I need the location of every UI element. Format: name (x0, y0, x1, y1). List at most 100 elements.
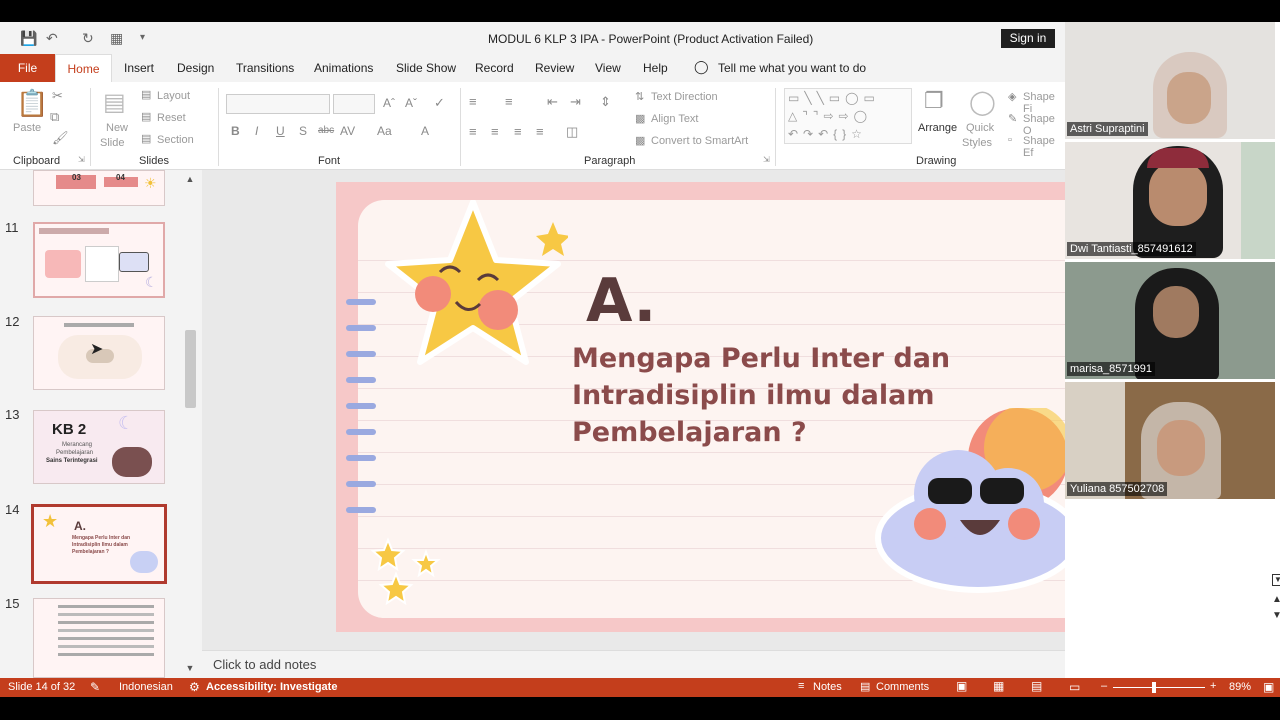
tab-review[interactable]: Review (535, 61, 574, 75)
scroll-up-icon[interactable]: ▲ (183, 174, 197, 186)
slide-canvas[interactable]: A. Mengapa Perlu Inter dan Intradisiplin… (336, 182, 1065, 632)
tab-insert[interactable]: Insert (124, 61, 154, 75)
copy-icon[interactable]: ⧉ (50, 109, 59, 125)
participant-video-2[interactable]: Dwi Tantiasti_857491612 (1065, 142, 1275, 259)
panel-scroll-down-icon[interactable]: ▼ (1272, 574, 1280, 586)
cut-icon[interactable]: ✂ (52, 88, 63, 104)
customize-qa-icon[interactable]: ▾ (140, 32, 145, 43)
slide-letter[interactable]: A. (586, 266, 656, 336)
decrease-indent-icon[interactable]: ⇤ (547, 94, 558, 110)
participant-video-4[interactable]: Yuliana 857502708 (1065, 382, 1275, 499)
zoom-level[interactable]: 89% (1229, 681, 1251, 693)
tab-design[interactable]: Design (177, 61, 214, 75)
shapes-gallery[interactable]: ▭╲╲▭◯▭ △⌝⌝⇨⇨◯ ↶↷↶{}☆ (784, 88, 912, 144)
increase-font-icon[interactable]: Aˆ (383, 96, 395, 110)
align-center-icon[interactable]: ≡ (491, 124, 499, 139)
fit-to-window-icon[interactable]: ▣ (1263, 680, 1274, 694)
undo-icon[interactable]: ↶ (46, 30, 58, 47)
shape-effects-button[interactable]: Shape Ef (1023, 135, 1065, 159)
arrange-button[interactable]: Arrange (918, 122, 957, 134)
tab-transitions[interactable]: Transitions (236, 61, 294, 75)
zoom-slider-thumb[interactable] (1152, 682, 1156, 693)
redo-icon[interactable]: ↻ (82, 30, 94, 47)
panel-scroll-bottom-icon[interactable]: ▼ (1272, 610, 1280, 621)
new-slide-label-2[interactable]: Slide (100, 137, 124, 149)
shape-outline-button[interactable]: Shape O (1023, 113, 1065, 137)
strikethrough-icon[interactable]: abc (318, 125, 334, 136)
zoom-slider-track[interactable] (1113, 687, 1205, 688)
slide-thumbnail-11[interactable]: ☾ (33, 222, 165, 298)
tab-file[interactable]: File (0, 54, 55, 82)
align-text-button[interactable]: Align Text (651, 113, 699, 125)
zoom-out-icon[interactable]: – (1101, 680, 1107, 692)
convert-smartart-button[interactable]: Convert to SmartArt (651, 135, 748, 147)
layout-button[interactable]: Layout (157, 90, 190, 102)
paste-icon[interactable]: 📋 (16, 88, 48, 119)
accessibility-button[interactable]: Accessibility: Investigate (206, 681, 337, 693)
comments-button[interactable]: Comments (876, 681, 929, 693)
italic-icon[interactable]: I (255, 124, 258, 138)
spellcheck-icon[interactable]: ✎ (90, 680, 100, 694)
slide-thumbnail-10[interactable]: 03 04 ☀ (33, 170, 165, 206)
clipboard-launcher-icon[interactable]: ⇲ (78, 155, 85, 164)
shadow-icon[interactable]: S (299, 124, 307, 138)
font-size-box[interactable] (333, 94, 375, 114)
format-painter-icon[interactable]: 🖌 (52, 130, 69, 146)
align-right-icon[interactable]: ≡ (514, 124, 522, 139)
underline-icon[interactable]: U (276, 124, 285, 138)
tab-slide-show[interactable]: Slide Show (396, 61, 456, 75)
slide-thumbnail-12[interactable]: ➤ (33, 316, 165, 390)
slide-thumbnail-pane[interactable]: 03 04 ☀ 11 ☾ 12 ➤ 13 KB 2 Merancang Pemb… (0, 170, 202, 678)
paragraph-launcher-icon[interactable]: ⇲ (763, 155, 770, 164)
scrollbar-thumb[interactable] (185, 330, 196, 408)
present-icon[interactable]: ▦ (110, 30, 123, 47)
tab-help[interactable]: Help (643, 61, 668, 75)
sign-in-button[interactable]: Sign in (1001, 29, 1055, 48)
tab-animations[interactable]: Animations (314, 61, 373, 75)
save-icon[interactable]: 💾 (20, 30, 37, 47)
reset-button[interactable]: Reset (157, 112, 186, 124)
panel-scroll-top-icon[interactable]: ▲ (1272, 594, 1280, 605)
font-color-icon[interactable]: A (421, 124, 429, 138)
thumbnail-scrollbar[interactable]: ▲ ▼ (183, 172, 197, 675)
notes-placeholder[interactable]: Click to add notes (213, 657, 316, 672)
quick-styles-label[interactable]: Quick (966, 122, 994, 134)
justify-icon[interactable]: ≡ (536, 124, 544, 139)
align-left-icon[interactable]: ≡ (469, 124, 477, 139)
slide-sorter-icon[interactable]: ▦ (993, 679, 1004, 693)
bullets-icon[interactable]: ≡ (469, 94, 477, 109)
decrease-font-icon[interactable]: Aˇ (405, 96, 417, 110)
quick-styles-icon[interactable]: ◯ (969, 88, 996, 117)
slide-thumbnail-14[interactable]: ★ A. Mengapa Perlu Inter dan Intradisipl… (31, 504, 167, 584)
arrange-icon[interactable]: ❐ (924, 88, 944, 114)
tab-view[interactable]: View (595, 61, 621, 75)
numbering-icon[interactable]: ≡ (505, 94, 513, 109)
slideshow-icon[interactable]: ▭ (1069, 680, 1080, 694)
notes-button[interactable]: Notes (813, 681, 842, 693)
slide-thumbnail-13[interactable]: KB 2 Merancang Pembelajaran Sains Terint… (33, 410, 165, 484)
zoom-in-icon[interactable]: + (1210, 680, 1216, 692)
columns-icon[interactable]: ◫ (566, 124, 578, 140)
shape-fill-button[interactable]: Shape Fi (1023, 91, 1065, 115)
bold-icon[interactable]: B (231, 124, 240, 138)
increase-indent-icon[interactable]: ⇥ (570, 94, 581, 110)
reading-view-icon[interactable]: ▤ (1031, 679, 1042, 693)
quick-styles-label-2[interactable]: Styles (962, 137, 992, 149)
text-direction-button[interactable]: Text Direction (651, 91, 718, 103)
language-indicator[interactable]: Indonesian (119, 681, 173, 693)
font-name-box[interactable] (226, 94, 330, 114)
participant-video-1[interactable]: Astri Supraptini (1065, 22, 1275, 139)
scroll-down-icon[interactable]: ▼ (183, 663, 197, 675)
tell-me-search[interactable]: Tell me what you want to do (718, 61, 866, 75)
character-spacing-icon[interactable]: AV (340, 124, 355, 138)
paste-button[interactable]: Paste (13, 122, 41, 134)
tab-record[interactable]: Record (475, 61, 514, 75)
line-spacing-icon[interactable]: ⇕ (600, 94, 611, 110)
tab-home[interactable]: Home (55, 54, 112, 82)
change-case-icon[interactable]: Aa (377, 124, 392, 138)
section-button[interactable]: Section (157, 134, 194, 146)
clear-format-icon[interactable]: ✓ (434, 95, 445, 111)
new-slide-icon[interactable]: ▤ (103, 88, 126, 117)
participant-video-3[interactable]: marisa_8571991 (1065, 262, 1275, 379)
slide-thumbnail-15[interactable] (33, 598, 165, 678)
